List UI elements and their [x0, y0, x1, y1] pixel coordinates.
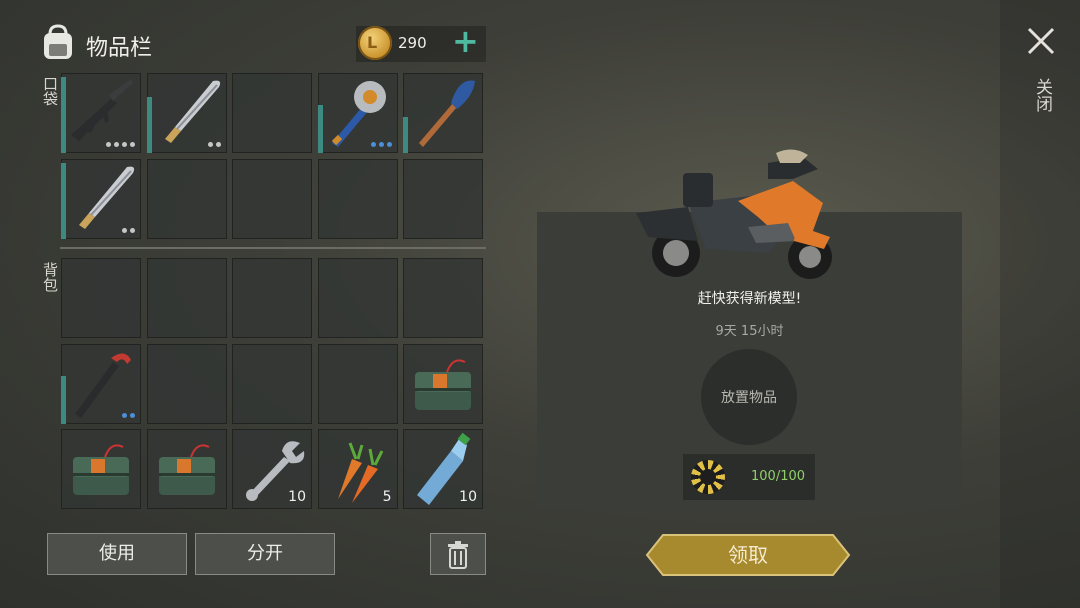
- poker-chip-icon: [691, 460, 725, 494]
- claim-button[interactable]: 领取: [645, 533, 851, 577]
- empty-slot[interactable]: [61, 258, 141, 338]
- durability-bar: [61, 162, 66, 239]
- split-button[interactable]: 分开: [195, 533, 335, 575]
- item-slot-carrot[interactable]: 5: [317, 429, 398, 509]
- inventory-header: 物品栏 L 290 +: [38, 20, 488, 70]
- upgrade-dot: [122, 227, 127, 233]
- coin-balance: L 290 +: [356, 22, 486, 62]
- item-slot-assault-rifle[interactable]: [61, 73, 141, 153]
- item-count: 5: [382, 489, 392, 505]
- coin-amount: 290: [398, 34, 427, 52]
- inventory-title: 物品栏: [86, 36, 153, 61]
- close-label[interactable]: 关闭: [1030, 78, 1055, 112]
- item-slot-machete[interactable]: [146, 73, 227, 153]
- empty-slot[interactable]: [146, 343, 227, 424]
- durability-bar: [61, 375, 66, 424]
- chip-progress: 100/100: [751, 469, 806, 484]
- item-slot-water-bottle[interactable]: 10: [403, 429, 483, 509]
- motorcycle-image: [636, 149, 832, 279]
- durability-bar: [317, 105, 323, 153]
- explosive-icon: [147, 429, 227, 513]
- upgrade-dot: [215, 142, 221, 147]
- empty-slot[interactable]: [403, 158, 483, 239]
- empty-slot[interactable]: [146, 158, 227, 239]
- place-item-slot[interactable]: 放置物品: [701, 349, 797, 445]
- upgrade-dots: [122, 227, 135, 233]
- empty-slot[interactable]: [146, 258, 227, 338]
- upgrade-dot: [122, 412, 127, 418]
- upgrade-dot: [122, 142, 127, 147]
- empty-slot[interactable]: [317, 158, 398, 239]
- empty-slot[interactable]: [232, 73, 312, 153]
- item-slot-machete[interactable]: [61, 158, 141, 239]
- item-slot-wrench[interactable]: 10: [232, 429, 312, 509]
- coin-icon: L: [358, 26, 392, 60]
- use-button[interactable]: 使用: [47, 533, 187, 575]
- upgrade-dot: [386, 142, 392, 147]
- item-count: 10: [459, 489, 477, 505]
- upgrade-dots: [207, 142, 221, 147]
- upgrade-dots: [122, 412, 135, 418]
- empty-slot[interactable]: [317, 258, 398, 338]
- upgrade-dot: [370, 142, 376, 147]
- trash-button[interactable]: [430, 533, 486, 575]
- empty-slot[interactable]: [232, 258, 312, 338]
- backpack-label: 背包: [41, 262, 59, 292]
- section-divider: [60, 247, 486, 249]
- promo-text: 赶快获得新模型!: [697, 291, 802, 307]
- place-item-label: 放置物品: [721, 390, 777, 406]
- countdown-timer: 9天 15小时: [715, 324, 784, 339]
- claim-label: 领取: [728, 543, 768, 567]
- empty-slot[interactable]: [403, 258, 483, 338]
- add-coins-button[interactable]: +: [452, 22, 479, 60]
- trash-icon: [448, 541, 468, 569]
- durability-bar: [61, 77, 66, 153]
- chip-progress-box: 100/100: [683, 454, 815, 500]
- item-count: 10: [288, 489, 306, 505]
- pockets-label: 口袋: [41, 76, 59, 106]
- explosive-icon: [403, 344, 483, 428]
- item-slot-crowbar[interactable]: [61, 343, 141, 424]
- upgrade-dot: [378, 142, 384, 147]
- item-slot-explosive[interactable]: [146, 429, 227, 509]
- explosive-icon: [61, 429, 141, 513]
- empty-slot[interactable]: [232, 343, 312, 424]
- upgrade-dot: [106, 142, 111, 147]
- empty-slot[interactable]: [317, 343, 398, 424]
- upgrade-dot: [114, 142, 119, 147]
- upgrade-dot: [130, 412, 135, 418]
- upgrade-dots: [106, 142, 135, 147]
- upgrade-dot: [130, 142, 135, 147]
- close-icon[interactable]: [1024, 24, 1058, 58]
- item-slot-oar[interactable]: [403, 73, 483, 153]
- upgrade-dots: [370, 142, 392, 147]
- oar-icon: [403, 73, 483, 157]
- durability-bar: [403, 117, 408, 153]
- backpack-icon: [44, 24, 72, 59]
- item-slot-explosive[interactable]: [61, 429, 141, 509]
- durability-bar: [146, 97, 152, 153]
- item-slot-saw-mace[interactable]: [317, 73, 398, 153]
- upgrade-dot: [207, 142, 213, 147]
- upgrade-dot: [130, 227, 135, 233]
- item-slot-explosive[interactable]: [403, 343, 483, 424]
- empty-slot[interactable]: [232, 158, 312, 239]
